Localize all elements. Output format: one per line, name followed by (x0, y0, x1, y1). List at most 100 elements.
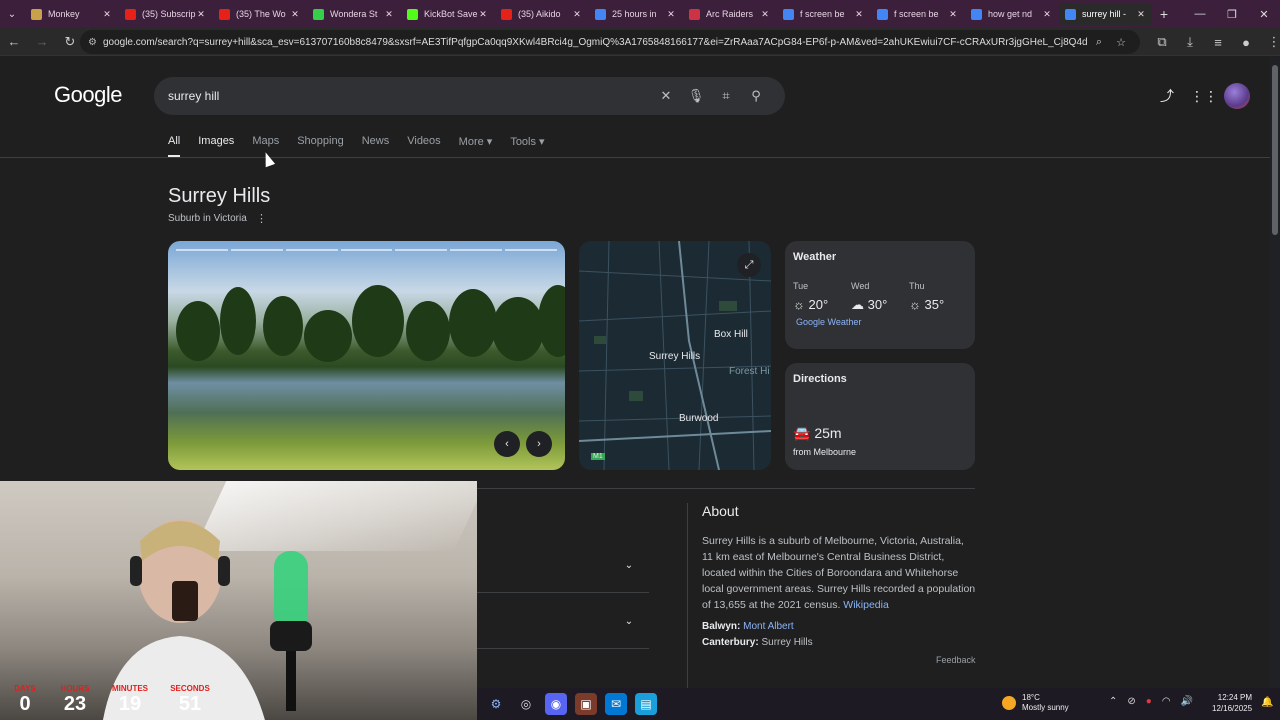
tab-search-icon[interactable]: ⌄ (0, 0, 24, 28)
carousel-next-button[interactable]: › (526, 431, 552, 457)
profile-icon[interactable]: ● (1232, 28, 1260, 56)
network-off-icon[interactable]: ⊘ (1127, 696, 1135, 707)
tab-close-icon[interactable]: ✕ (948, 9, 958, 20)
tab-more[interactable]: More ▾ (459, 135, 493, 157)
tab-close-icon[interactable]: ✕ (1136, 9, 1146, 20)
clear-icon[interactable]: ✕ (651, 88, 681, 104)
new-tab-button[interactable]: + (1152, 6, 1176, 22)
search-input[interactable]: surrey hill ✕ 🎙 ⌗ ⚲ (154, 77, 785, 115)
more-options-icon[interactable]: ⋮ (256, 212, 267, 225)
map-label-burwood: Burwood (679, 413, 719, 424)
taskbar-clock[interactable]: 12:24 PM 12/16/2025 (1212, 692, 1252, 714)
tab-favicon-icon (877, 8, 888, 20)
tab-close-icon[interactable]: ✕ (384, 9, 394, 20)
browser-tab[interactable]: f screen be ✕ (777, 3, 870, 25)
chevron-down-icon[interactable]: ⌄ (619, 555, 639, 575)
chevron-down-icon[interactable]: ⌄ (619, 611, 639, 631)
share-icon[interactable]: ⤴ (1156, 86, 1178, 106)
wikipedia-link[interactable]: Wikipedia (843, 599, 889, 611)
maximize-icon[interactable]: ❐ (1216, 0, 1248, 28)
close-icon[interactable]: ✕ (1248, 0, 1280, 28)
google-logo[interactable]: Google (54, 82, 122, 108)
browser-tab[interactable]: Wondera St ✕ (307, 3, 400, 25)
tray-temp: 18°C (1022, 693, 1040, 702)
tab-close-icon[interactable]: ✕ (666, 9, 676, 20)
tab-close-icon[interactable]: ✕ (102, 9, 112, 20)
forecast-temp: ☼ 35° (909, 297, 967, 312)
map-thumbnail[interactable]: Surrey Hills Box Hill Burwood Forest Hi … (579, 241, 771, 470)
obs-app-icon[interactable]: ◎ (515, 693, 537, 715)
zoom-icon[interactable]: ⌕ (1088, 36, 1110, 49)
discord-app-icon[interactable]: ◉ (545, 693, 567, 715)
tab-images[interactable]: Images (198, 135, 234, 157)
page-scrollbar[interactable] (1270, 57, 1280, 720)
tab-all[interactable]: All (168, 135, 181, 157)
accordion-item[interactable]: ⌄ (477, 537, 649, 593)
search-icon[interactable]: ⚲ (741, 88, 771, 104)
tab-title: Wondera St (330, 9, 378, 19)
fact-link[interactable]: Mont Albert (743, 621, 794, 632)
weather-card[interactable]: Weather Tue ☼ 20° Wed ☁ 30° Thu ☼ 35° Go… (785, 241, 975, 349)
browser-tab[interactable]: (35) The Wo ✕ (213, 3, 306, 25)
browser-tab[interactable]: Arc Raiders ✕ (683, 3, 776, 25)
browser-tab[interactable]: f screen be ✕ (871, 3, 964, 25)
back-icon[interactable]: ← (0, 28, 28, 56)
tab-tools[interactable]: Tools ▾ (510, 135, 544, 157)
site-info-icon[interactable]: ⚙ (88, 37, 97, 48)
address-bar[interactable]: ⚙ google.com/search?q=surrey+hill&sca_es… (80, 30, 1140, 54)
carousel-prev-button[interactable]: ‹ (494, 431, 520, 457)
voice-search-icon[interactable]: 🎙 (681, 88, 711, 104)
tab-close-icon[interactable]: ✕ (196, 9, 206, 20)
tab-news[interactable]: News (362, 135, 390, 157)
mic-icon[interactable]: ● (1146, 696, 1152, 707)
tab-close-icon[interactable]: ✕ (760, 9, 770, 20)
tab-title: (35) The Wo (236, 9, 286, 19)
apps-grid-icon[interactable]: ⋮⋮ (1190, 88, 1218, 105)
directions-card[interactable]: Directions 🚘 25m from Melbourne (785, 363, 975, 470)
scrollbar-thumb[interactable] (1272, 65, 1278, 235)
image-app-icon[interactable]: ▣ (575, 693, 597, 715)
feedback-link[interactable]: Feedback (936, 655, 976, 665)
column-divider (687, 503, 688, 703)
lens-icon[interactable]: ⌗ (711, 88, 741, 104)
browser-tab[interactable]: Monkey ✕ (25, 3, 118, 25)
downloads-icon[interactable]: ⤓ (1176, 28, 1204, 56)
tab-close-icon[interactable]: ✕ (572, 9, 582, 20)
browser-tab[interactable]: KickBot Save ✕ (401, 3, 494, 25)
wifi-icon[interactable]: ◠ (1162, 696, 1171, 707)
browser-tab[interactable]: (35) Subscrip ✕ (119, 3, 212, 25)
tab-favicon-icon (1065, 8, 1076, 20)
browser-tab[interactable]: how get nd ✕ (965, 3, 1058, 25)
tab-close-icon[interactable]: ✕ (290, 9, 300, 20)
forward-icon[interactable]: → (28, 28, 56, 56)
accordion-item[interactable]: ⌄ (477, 593, 649, 649)
bookmark-star-icon[interactable]: ☆ (1110, 36, 1132, 49)
tab-videos[interactable]: Videos (407, 135, 440, 157)
notification-icon[interactable]: 🔔 (1261, 697, 1273, 708)
search-query[interactable]: surrey hill (168, 89, 651, 103)
extensions-icon[interactable]: ⧉ (1148, 28, 1176, 56)
browser-tab[interactable]: surrey hill - ✕ (1059, 3, 1152, 25)
browser-tab[interactable]: 25 hours in ✕ (589, 3, 682, 25)
reading-list-icon[interactable]: ≡ (1204, 28, 1232, 56)
tray-weather[interactable]: 18°C Mostly sunny (1002, 693, 1069, 713)
avatar[interactable] (1224, 83, 1250, 109)
windows-taskbar: ⚙ ◎ ◉ ▣ ✉ ▤ 18°C Mostly sunny ⌃ ⊘ ● ◠ 🔊 … (477, 688, 1280, 720)
tab-close-icon[interactable]: ✕ (478, 9, 488, 20)
expand-map-icon[interactable]: ⤢ (737, 253, 761, 277)
tab-shopping[interactable]: Shopping (297, 135, 344, 157)
google-weather-link[interactable]: Google Weather (796, 317, 967, 327)
tray-overflow-icon[interactable]: ⌃ (1109, 696, 1117, 707)
outlook-app-icon[interactable]: ✉ (605, 693, 627, 715)
tab-close-icon[interactable]: ✕ (854, 9, 864, 20)
browser-tab[interactable]: (35) Aikido ✕ (495, 3, 588, 25)
photo-carousel[interactable]: ‹ › (168, 241, 565, 470)
tab-close-icon[interactable]: ✕ (1042, 9, 1052, 20)
volume-icon[interactable]: 🔊 (1181, 696, 1193, 707)
url-text[interactable]: google.com/search?q=surrey+hill&sca_esv=… (103, 37, 1088, 48)
forecast-temp-value: 20° (808, 297, 829, 312)
browser-menu-icon[interactable]: ⋮ (1260, 28, 1280, 56)
notepad-app-icon[interactable]: ▤ (635, 693, 657, 715)
minimize-icon[interactable]: — (1184, 0, 1216, 28)
settings-app-icon[interactable]: ⚙ (485, 693, 507, 715)
